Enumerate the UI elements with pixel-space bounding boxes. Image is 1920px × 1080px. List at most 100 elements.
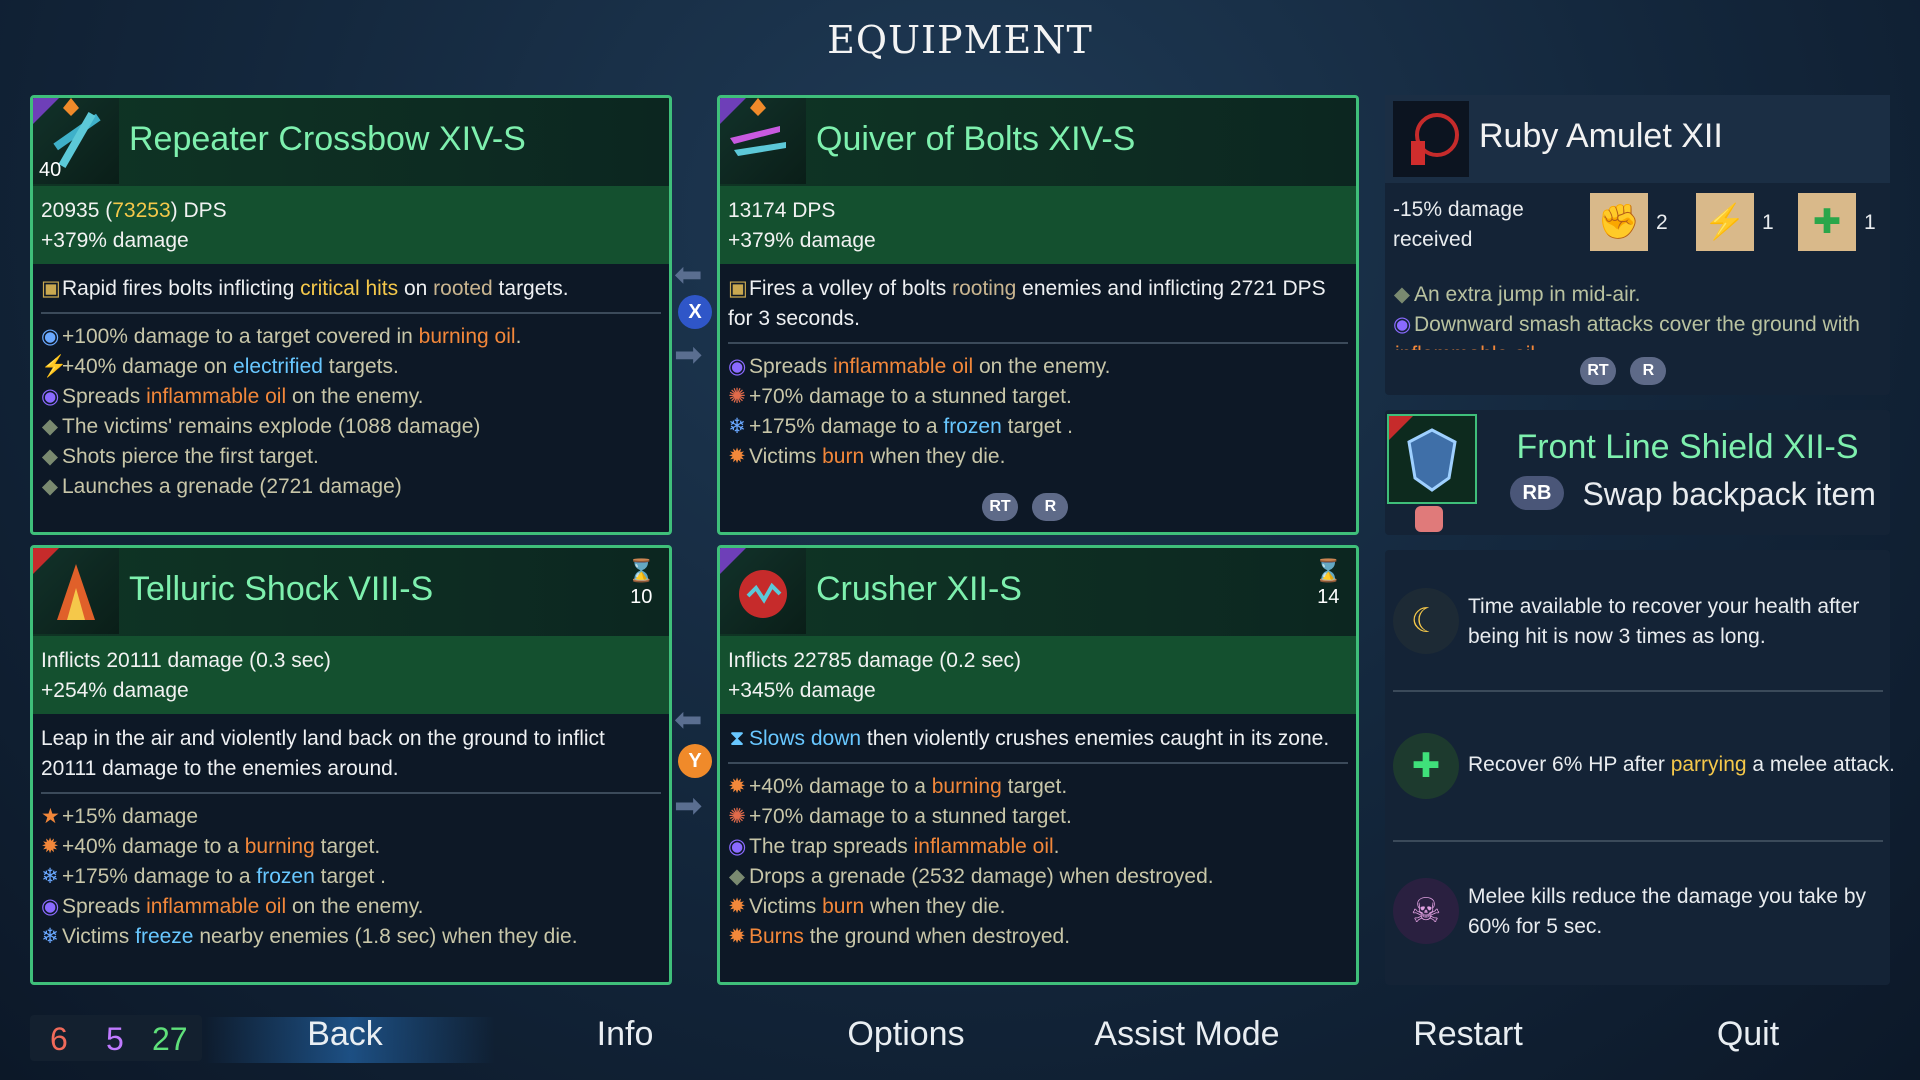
skill-card-telluric-shock[interactable]: Telluric Shock VIII-S ⌛ 10 Inflicts 20111… <box>30 545 672 985</box>
oil-drop-icon: ◉ <box>728 355 747 378</box>
amulet-stat: -15% damage received <box>1393 198 1524 251</box>
oil-drop-icon: ◉ <box>1393 313 1412 336</box>
menu-options[interactable]: Options <box>806 1015 1006 1054</box>
affix-text: +40% damage to a <box>62 835 245 858</box>
amulet-header: Ruby Amulet XII <box>1385 95 1890 183</box>
diamond-bullet-icon: ◆ <box>41 475 59 498</box>
frost-icon: ❄ <box>41 925 59 948</box>
star-icon: ★ <box>41 805 60 828</box>
weapon-description: ▣Rapid fires bolts inflicting critical h… <box>33 264 669 512</box>
scroll-icon: ▣ <box>728 277 748 300</box>
amulet-scroll-hint: RT R <box>1580 357 1667 385</box>
weapon-card-repeater-crossbow[interactable]: 40 Repeater Crossbow XIV-S 20935 (73253)… <box>30 95 672 535</box>
scroll-hint: RT R <box>982 493 1069 521</box>
menu-back[interactable]: Back <box>245 1015 445 1054</box>
tactics-scroll-icon: ⚡ <box>1696 193 1754 251</box>
skill-damage: Inflicts 20111 damage (0.3 sec) <box>41 649 331 672</box>
menu-quit[interactable]: Quit <box>1648 1015 1848 1054</box>
scroll-icon: ▣ <box>41 277 61 300</box>
affix-end: on the enemy. <box>286 385 424 408</box>
affix-hl: frozen <box>256 865 315 888</box>
shield-graphic <box>1389 416 1457 492</box>
desc-text: Leap in the air and violently land back … <box>41 727 605 780</box>
arrow-right-icon: ➡ <box>674 787 703 825</box>
fire-icon: ✹ <box>41 835 59 858</box>
rt-button-icon: RT <box>982 493 1018 521</box>
menu-restart[interactable]: Restart <box>1368 1015 1568 1054</box>
swap-backpack-hint[interactable]: RB Swap backpack item <box>1510 476 1876 513</box>
x-button-icon: X <box>678 295 712 329</box>
swap-skills-indicator[interactable]: ⬅ Y ➡ <box>672 700 716 825</box>
menu-assist-mode[interactable]: Assist Mode <box>1087 1015 1287 1054</box>
shield-panel[interactable]: Front Line Shield XII-S RB Swap backpack… <box>1385 410 1890 535</box>
diamond-bullet-icon: ◆ <box>41 415 59 438</box>
skill-description: ⧗ Slows down then violently crushes enemi… <box>720 714 1356 962</box>
desc-end: targets. <box>492 277 569 300</box>
affix-hl: burn <box>822 445 865 468</box>
pink-skull-icon <box>1415 506 1443 532</box>
affix-text: +15% damage <box>62 805 199 828</box>
crusher-graphic <box>720 548 787 618</box>
dps-main: 20935 ( <box>41 199 113 222</box>
weapon-header: 40 Repeater Crossbow XIV-S <box>33 98 669 186</box>
affix-text: Downward smash attacks cover the ground … <box>1414 313 1860 336</box>
damage-bonus: +379% damage <box>41 229 189 252</box>
affix-text: Launches a grenade (2721 damage) <box>62 475 402 498</box>
brutality-scroll-icon: ✊ <box>1590 193 1648 251</box>
y-button-icon: Y <box>678 744 712 778</box>
weapon-name: Repeater Crossbow XIV-S <box>129 120 526 158</box>
affix-end: target . <box>314 865 386 888</box>
fire-icon: ✹ <box>728 775 746 798</box>
swap-weapons-indicator[interactable]: ⬅ X ➡ <box>672 255 716 374</box>
affix-text: +70% damage to a stunned target. <box>749 805 1072 828</box>
affix-text: Victims <box>749 445 823 468</box>
oil-drop-icon: ◉ <box>41 385 60 408</box>
mutation-text: Recover 6% HP after parrying a melee att… <box>1468 750 1895 780</box>
diamond-bullet-icon: ◆ <box>728 865 746 888</box>
r-stick-down-icon: R <box>1032 493 1069 521</box>
affix-end: on the enemy. <box>286 895 424 918</box>
mutation-item[interactable]: ✚ Recover 6% HP after parrying a melee a… <box>1385 715 1895 815</box>
recovery-mutation-icon: ☾ <box>1393 588 1459 654</box>
affix-hl: electrified <box>233 355 323 378</box>
affix-hl: burning <box>244 835 315 858</box>
skill-card-crusher[interactable]: Crusher XII-S ⌛ 14 Inflicts 22785 damage … <box>717 545 1359 985</box>
oil-drop-icon: ◉ <box>728 835 747 858</box>
skill-name: Crusher XII-S <box>816 570 1022 608</box>
affix-hl: Burns <box>749 925 804 948</box>
oil-drop-icon: ◉ <box>41 895 60 918</box>
cooldown-hourglass-icon: ⌛ 10 <box>627 558 655 608</box>
mutation-item[interactable]: ☠ Melee kills reduce the damage you take… <box>1385 860 1890 960</box>
divider <box>41 312 661 314</box>
survival-scroll-icon: ✚ <box>1798 193 1856 251</box>
bottom-menu: Back Info Options Assist Mode Restart Qu… <box>0 1005 1920 1070</box>
cooldown-value: 10 <box>630 586 653 608</box>
divider <box>728 762 1348 764</box>
desc-mid: on <box>398 277 434 300</box>
page-title: EQUIPMENT <box>827 18 1093 62</box>
damage-bonus: +345% damage <box>728 679 876 702</box>
affix-text: +40% damage on <box>62 355 234 378</box>
mutation-item[interactable]: ☾ Time available to recover your health … <box>1385 570 1890 670</box>
crusher-icon <box>720 548 806 634</box>
parry-heal-mutation-icon: ✚ <box>1393 733 1459 799</box>
affix-hl: burning <box>931 775 1002 798</box>
fire-icon: ✹ <box>728 895 746 918</box>
amulet-affixes: ◆ An extra jump in mid-air. ◉ Downward sma… <box>1393 280 1888 350</box>
affix-end: when they die. <box>864 445 1006 468</box>
menu-info[interactable]: Info <box>525 1015 725 1054</box>
divider <box>1393 690 1883 692</box>
oil-icon: ◉ <box>41 325 60 348</box>
mutation-text: Melee kills reduce the damage you take b… <box>1468 885 1867 938</box>
weapon-card-quiver[interactable]: Quiver of Bolts XIV-S 13174 DPS +379% da… <box>717 95 1359 535</box>
desc-text: then violently crushes enemies caught in… <box>861 727 1330 750</box>
affix-end: target. <box>1001 775 1068 798</box>
telluric-shock-graphic <box>33 548 95 620</box>
affix-text: +175% damage to a <box>749 415 944 438</box>
quiver-icon <box>720 98 806 184</box>
amulet-panel[interactable]: Ruby Amulet XII -15% damage received ✊ 2… <box>1385 95 1890 395</box>
affix-end: nearby enemies (1.8 sec) when they die. <box>193 925 578 948</box>
hourglass-icon: ⧗ <box>729 727 745 750</box>
amulet-name: Ruby Amulet XII <box>1479 117 1723 155</box>
desc-hl: Slows down <box>749 727 862 750</box>
